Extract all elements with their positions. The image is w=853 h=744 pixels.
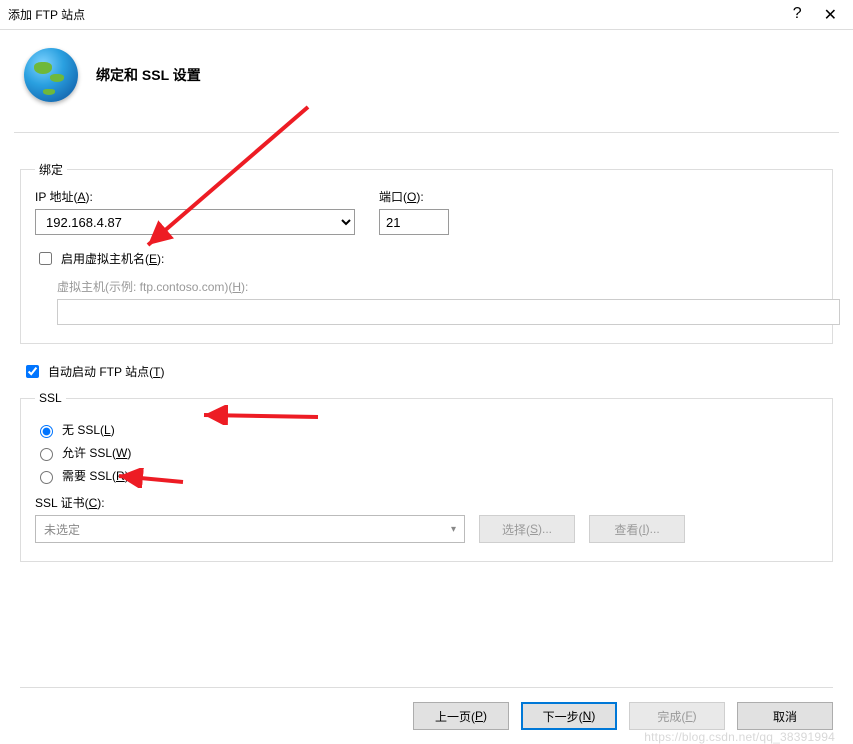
titlebar: 添加 FTP 站点 ? ✕ bbox=[0, 0, 853, 30]
ssl-cert-controls: 未选定 ▾ 选择(S)... 查看(I)... bbox=[35, 515, 818, 543]
ssl-none-text: 无 SSL(L) bbox=[62, 421, 115, 438]
binding-legend: 绑定 bbox=[35, 161, 67, 178]
port-input[interactable] bbox=[379, 209, 449, 235]
binding-group: 绑定 IP 地址(A): 192.168.4.87 端口(O): bbox=[20, 161, 833, 344]
footer-buttons: 上一页(P) 下一步(N) 完成(F) 取消 bbox=[413, 702, 833, 730]
enable-vhost-checkbox[interactable] bbox=[39, 252, 52, 265]
finish-button: 完成(F) bbox=[629, 702, 725, 730]
close-icon[interactable]: ✕ bbox=[824, 5, 837, 25]
separator bbox=[14, 132, 839, 133]
help-icon[interactable]: ? bbox=[793, 5, 802, 25]
ip-label: IP 地址(A): bbox=[35, 188, 355, 205]
dialog-body: 绑定和 SSL 设置 绑定 IP 地址(A): 192.168.4.87 端口(… bbox=[0, 30, 853, 594]
next-button[interactable]: 下一步(N) bbox=[521, 702, 617, 730]
page-title: 绑定和 SSL 设置 bbox=[96, 65, 201, 85]
ssl-allow-radio[interactable] bbox=[40, 448, 53, 461]
port-column: 端口(O): bbox=[379, 188, 449, 235]
chevron-down-icon: ▾ bbox=[451, 524, 456, 535]
ssl-select-button: 选择(S)... bbox=[479, 515, 575, 543]
ssl-none-row[interactable]: 无 SSL(L) bbox=[35, 421, 818, 438]
ssl-cert-value: 未选定 bbox=[44, 521, 80, 538]
vhost-label: 虚拟主机(示例: ftp.contoso.com)(H): bbox=[57, 278, 818, 295]
autostart-checkbox-label[interactable]: 自动启动 FTP 站点(T) bbox=[22, 362, 831, 381]
vhost-input bbox=[57, 299, 840, 325]
ssl-allow-text: 允许 SSL(W) bbox=[62, 444, 131, 461]
ip-address-select[interactable]: 192.168.4.87 bbox=[35, 209, 355, 235]
autostart-text: 自动启动 FTP 站点(T) bbox=[48, 363, 164, 380]
ssl-cert-section: SSL 证书(C): 未选定 ▾ 选择(S)... 查看(I)... bbox=[35, 494, 818, 543]
titlebar-buttons: ? ✕ bbox=[793, 5, 845, 25]
port-label: 端口(O): bbox=[379, 188, 449, 205]
ssl-require-row[interactable]: 需要 SSL(R) bbox=[35, 467, 818, 484]
footer-separator bbox=[20, 687, 833, 688]
ssl-legend: SSL bbox=[35, 391, 66, 405]
ssl-view-button: 查看(I)... bbox=[589, 515, 685, 543]
ssl-cert-label: SSL 证书(C): bbox=[35, 494, 818, 511]
prev-button[interactable]: 上一页(P) bbox=[413, 702, 509, 730]
watermark: https://blog.csdn.net/qq_38391994 bbox=[644, 730, 835, 744]
cancel-button[interactable]: 取消 bbox=[737, 702, 833, 730]
window-title: 添加 FTP 站点 bbox=[8, 6, 793, 23]
enable-vhost-text: 启用虚拟主机名(E): bbox=[61, 250, 164, 267]
ssl-group: SSL 无 SSL(L) 允许 SSL(W) 需要 SSL(R) SSL 证书(… bbox=[20, 391, 833, 562]
enable-vhost-checkbox-label[interactable]: 启用虚拟主机名(E): bbox=[35, 249, 818, 268]
ssl-allow-row[interactable]: 允许 SSL(W) bbox=[35, 444, 818, 461]
autostart-checkbox[interactable] bbox=[26, 365, 39, 378]
vhost-enable-row: 启用虚拟主机名(E): 虚拟主机(示例: ftp.contoso.com)(H)… bbox=[35, 249, 818, 325]
ssl-require-text: 需要 SSL(R) bbox=[62, 467, 129, 484]
ip-port-row: IP 地址(A): 192.168.4.87 端口(O): bbox=[35, 188, 818, 235]
ssl-require-radio[interactable] bbox=[40, 471, 53, 484]
ssl-none-radio[interactable] bbox=[40, 425, 53, 438]
globe-icon bbox=[24, 48, 78, 102]
ip-column: IP 地址(A): 192.168.4.87 bbox=[35, 188, 355, 235]
dialog-header: 绑定和 SSL 设置 bbox=[14, 30, 839, 132]
ssl-cert-select[interactable]: 未选定 ▾ bbox=[35, 515, 465, 543]
